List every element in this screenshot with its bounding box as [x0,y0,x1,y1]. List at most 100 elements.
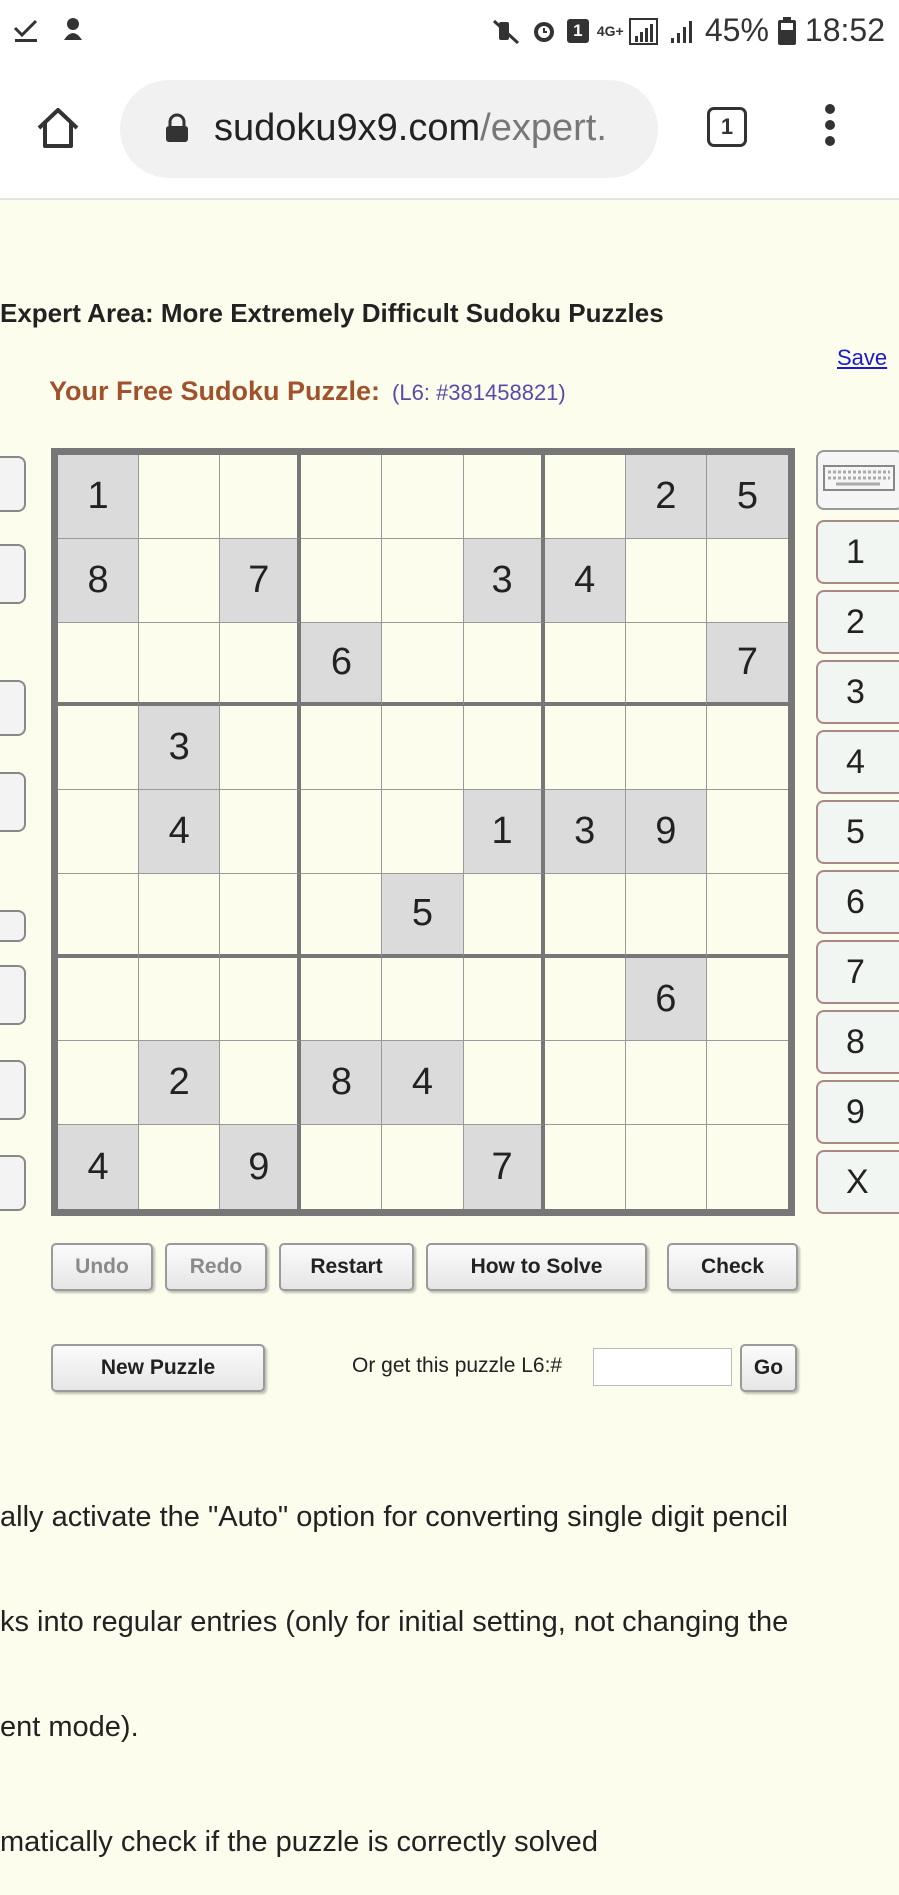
numpad-clear-button[interactable]: X [816,1150,899,1214]
sudoku-cell[interactable] [544,873,626,958]
address-bar[interactable]: sudoku9x9.com/expert. [120,80,658,178]
sudoku-cell[interactable]: 2 [625,455,707,539]
tab-switcher-button[interactable]: 1 [707,107,747,147]
tool-button-settings[interactable] [0,1155,26,1211]
sudoku-cell[interactable] [625,1041,707,1126]
sudoku-cell[interactable] [301,706,383,791]
sudoku-cell[interactable] [463,706,545,791]
sudoku-cell[interactable]: 4 [382,1041,464,1126]
sudoku-cell[interactable] [58,1041,140,1126]
sudoku-cell[interactable]: 9 [625,790,707,874]
sudoku-cell[interactable]: 8 [301,1041,383,1126]
go-button[interactable]: Go [740,1344,797,1392]
numpad-button-8[interactable]: 8 [816,1010,899,1074]
restart-button[interactable]: Restart [279,1243,414,1291]
sudoku-cell[interactable] [544,957,626,1042]
sudoku-cell[interactable] [220,873,302,958]
sudoku-cell[interactable]: 5 [706,455,788,539]
redo-button[interactable]: Redo [165,1243,267,1291]
sudoku-cell[interactable] [139,873,221,958]
sudoku-cell[interactable]: 8 [58,538,140,623]
sudoku-cell[interactable] [544,1125,626,1209]
sudoku-cell[interactable] [706,957,788,1042]
sudoku-cell[interactable]: 6 [301,622,383,707]
sudoku-cell[interactable]: 4 [58,1125,140,1209]
save-link[interactable]: Save [837,345,887,371]
sudoku-cell[interactable] [382,455,464,539]
sudoku-cell[interactable] [58,622,140,707]
sudoku-cell[interactable] [706,1125,788,1209]
sudoku-cell[interactable]: 9 [220,1125,302,1209]
sudoku-cell[interactable] [382,706,464,791]
sudoku-cell[interactable] [625,873,707,958]
sudoku-cell[interactable] [220,706,302,791]
sudoku-cell[interactable] [58,790,140,874]
sudoku-cell[interactable]: 2 [139,1041,221,1126]
sudoku-cell[interactable] [301,455,383,539]
sudoku-cell[interactable] [544,455,626,539]
tool-button-candidates[interactable] [0,1060,26,1120]
sudoku-cell[interactable] [382,1125,464,1209]
sudoku-cell[interactable]: 3 [463,538,545,623]
new-puzzle-button[interactable]: New Puzzle [51,1344,265,1392]
puzzle-number-input[interactable] [593,1348,732,1386]
sudoku-cell[interactable] [463,455,545,539]
sudoku-cell[interactable] [382,538,464,623]
numpad-button-6[interactable]: 6 [816,870,899,934]
sudoku-cell[interactable] [706,790,788,874]
sudoku-cell[interactable] [139,455,221,539]
check-button[interactable]: Check [667,1243,798,1291]
sudoku-cell[interactable] [220,455,302,539]
tool-button-auto[interactable] [0,544,26,604]
sudoku-cell[interactable] [58,957,140,1042]
sudoku-cell[interactable] [139,622,221,707]
sudoku-cell[interactable] [301,873,383,958]
sudoku-cell[interactable] [220,622,302,707]
sudoku-cell[interactable] [544,1041,626,1126]
sudoku-cell[interactable] [301,957,383,1042]
tool-button-color[interactable] [0,965,26,1025]
sudoku-cell[interactable]: 3 [544,790,626,874]
how-to-solve-button[interactable]: How to Solve [426,1243,647,1291]
sudoku-cell[interactable] [139,1125,221,1209]
sudoku-cell[interactable] [625,706,707,791]
numpad-button-7[interactable]: 7 [816,940,899,1004]
sudoku-cell[interactable] [220,957,302,1042]
keyboard-icon[interactable] [816,450,899,510]
sudoku-cell[interactable]: 7 [706,622,788,707]
sudoku-cell[interactable] [706,538,788,623]
sudoku-cell[interactable] [301,790,383,874]
sudoku-cell[interactable]: 4 [544,538,626,623]
sudoku-cell[interactable]: 3 [139,706,221,791]
tool-button-hint[interactable] [0,772,26,832]
sudoku-cell[interactable] [463,873,545,958]
sudoku-cell[interactable] [382,622,464,707]
sudoku-cell[interactable] [220,1041,302,1126]
sudoku-cell[interactable] [706,873,788,958]
sudoku-cell[interactable]: 1 [463,790,545,874]
sudoku-cell[interactable]: 7 [463,1125,545,1209]
sudoku-cell[interactable] [463,1041,545,1126]
sudoku-cell[interactable] [625,538,707,623]
sudoku-cell[interactable]: 5 [382,873,464,958]
sudoku-cell[interactable] [139,957,221,1042]
sudoku-cell[interactable] [382,957,464,1042]
tool-button-erase[interactable] [0,910,26,942]
sudoku-cell[interactable] [139,538,221,623]
sudoku-cell[interactable] [58,706,140,791]
sudoku-cell[interactable] [463,957,545,1042]
tool-button-pencil[interactable] [0,456,26,512]
sudoku-cell[interactable] [544,706,626,791]
more-menu-icon[interactable] [820,104,840,154]
tool-button-highlight[interactable] [0,680,26,736]
sudoku-cell[interactable]: 6 [625,957,707,1042]
sudoku-cell[interactable] [301,538,383,623]
numpad-button-5[interactable]: 5 [816,800,899,864]
sudoku-cell[interactable] [625,622,707,707]
numpad-button-9[interactable]: 9 [816,1080,899,1144]
sudoku-cell[interactable] [625,1125,707,1209]
sudoku-cell[interactable] [463,622,545,707]
sudoku-cell[interactable] [544,622,626,707]
sudoku-cell[interactable] [301,1125,383,1209]
sudoku-cell[interactable] [706,706,788,791]
